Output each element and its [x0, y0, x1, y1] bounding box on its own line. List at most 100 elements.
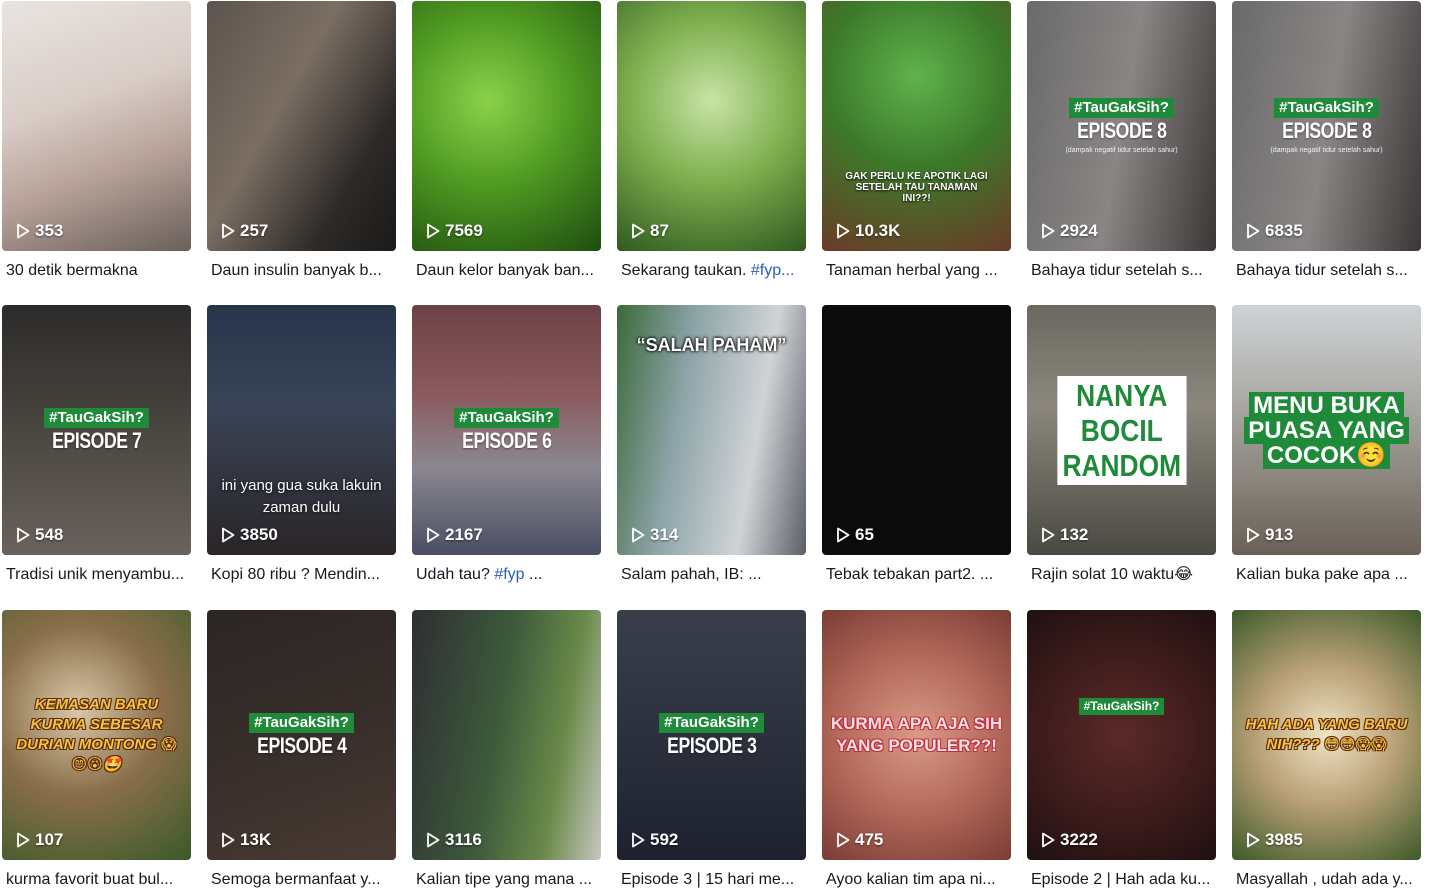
- play-icon: [1042, 223, 1055, 239]
- video-card[interactable]: MENU BUKA PUASA YANG COCOK☺️ 913 Kalian …: [1232, 305, 1421, 586]
- video-card[interactable]: #TauGakSih? 3222 Episode 2 | Hah ada ku.…: [1027, 610, 1216, 891]
- view-count: 132: [1041, 525, 1088, 545]
- view-count-value: 353: [35, 221, 64, 240]
- video-thumbnail[interactable]: “SALAH PAHAM” 314: [617, 305, 806, 555]
- video-title[interactable]: kurma favorit buat bul...: [2, 869, 191, 891]
- video-title[interactable]: Rajin solat 10 waktu😂: [1027, 564, 1216, 586]
- video-title[interactable]: Tanaman herbal yang ...: [822, 260, 1011, 282]
- video-card[interactable]: #TauGakSih? EPISODE 4 13K Semoga bermanf…: [207, 610, 396, 891]
- video-card[interactable]: 7569 Daun kelor banyak ban...: [412, 1, 601, 282]
- thumbnail-overlay: #TauGakSih? EPISODE 4: [207, 610, 396, 860]
- video-title[interactable]: Semoga bermanfaat y...: [207, 869, 396, 891]
- play-icon: [837, 527, 850, 543]
- video-title-text: Kopi 80 ribu ? Mendin...: [211, 566, 380, 583]
- view-count-value: 592: [650, 830, 679, 849]
- video-card[interactable]: 353 30 detik bermakna: [2, 1, 191, 282]
- video-title-text: Kalian tipe yang mana ...: [416, 871, 593, 888]
- view-count: 3222: [1041, 830, 1098, 850]
- video-title[interactable]: Daun kelor banyak ban...: [412, 260, 601, 282]
- view-count-value: 548: [35, 525, 64, 544]
- caption-line: NANYA: [1075, 377, 1168, 413]
- view-count: 548: [16, 525, 63, 545]
- video-card[interactable]: 87 Sekarang taukan. #fyp...: [617, 1, 806, 282]
- video-card[interactable]: KEMASAN BARU KURMA SEBESAR DURIAN MONTON…: [2, 610, 191, 891]
- hashtag-badge: #TauGakSih?: [454, 407, 559, 428]
- video-card[interactable]: “SALAH PAHAM” 314 Salam pahah, IB: ...: [617, 305, 806, 586]
- thumbnail-caption: KEMASAN BARU KURMA SEBESAR DURIAN MONTON…: [16, 696, 177, 773]
- view-count-value: 87: [650, 221, 669, 240]
- video-title[interactable]: Bahaya tidur setelah s...: [1027, 260, 1216, 282]
- play-icon: [222, 527, 235, 543]
- video-card[interactable]: #TauGakSih? EPISODE 6 2167 Udah tau? #fy…: [412, 305, 601, 586]
- video-thumbnail[interactable]: 7569: [412, 1, 601, 251]
- video-thumbnail[interactable]: #TauGakSih? EPISODE 8 (dampak negatif ti…: [1232, 1, 1421, 251]
- video-thumbnail[interactable]: #TauGakSih? EPISODE 6 2167: [412, 305, 601, 555]
- video-title[interactable]: Kalian tipe yang mana ...: [412, 869, 601, 891]
- view-count-value: 2167: [445, 525, 483, 544]
- video-card[interactable]: 3116 Kalian tipe yang mana ...: [412, 610, 601, 891]
- view-count: 913: [1246, 525, 1293, 545]
- video-thumbnail[interactable]: #TauGakSih? EPISODE 8 (dampak negatif ti…: [1027, 1, 1216, 251]
- hashtag-link[interactable]: #fyp: [494, 566, 524, 583]
- video-title[interactable]: 30 detik bermakna: [2, 260, 191, 282]
- play-icon: [1247, 832, 1260, 848]
- view-count-value: 132: [1060, 525, 1089, 544]
- video-title-text: Tebak tebakan part2. ...: [826, 566, 994, 583]
- video-card[interactable]: GAK PERLU KE APOTIK LAGI SETELAH TAU TAN…: [822, 1, 1011, 282]
- video-thumbnail[interactable]: KEMASAN BARU KURMA SEBESAR DURIAN MONTON…: [2, 610, 191, 860]
- video-title[interactable]: Salam pahah, IB: ...: [617, 564, 806, 586]
- video-thumbnail[interactable]: #TauGakSih? EPISODE 4 13K: [207, 610, 396, 860]
- video-title[interactable]: Kalian buka pake apa ...: [1232, 564, 1421, 586]
- video-title[interactable]: Daun insulin banyak b...: [207, 260, 396, 282]
- video-card[interactable]: 65 Tebak tebakan part2. ...: [822, 305, 1011, 586]
- video-title-text: Masyallah , udah ada y...: [1236, 871, 1413, 888]
- video-thumbnail[interactable]: KURMA APA AJA SIH YANG POPULER??! 475: [822, 610, 1011, 860]
- video-thumbnail[interactable]: 257: [207, 1, 396, 251]
- video-thumbnail[interactable]: HAH ADA YANG BARU NIH??? 😳😳😱😱 3985: [1232, 610, 1421, 860]
- video-card[interactable]: ini yang gua suka lakuin zaman dulu 3850…: [207, 305, 396, 586]
- video-card[interactable]: NANYA BOCIL RANDOM 132 Rajin solat 10 wa…: [1027, 305, 1216, 586]
- video-card[interactable]: KURMA APA AJA SIH YANG POPULER??! 475 Ay…: [822, 610, 1011, 891]
- video-thumbnail[interactable]: NANYA BOCIL RANDOM 132: [1027, 305, 1216, 555]
- video-thumbnail[interactable]: #TauGakSih? EPISODE 7 548: [2, 305, 191, 555]
- video-title[interactable]: Episode 2 | Hah ada ku...: [1027, 869, 1216, 891]
- video-title[interactable]: Tradisi unik menyambu...: [2, 564, 191, 586]
- view-count-value: 3850: [240, 525, 278, 544]
- video-title-text: Semoga bermanfaat y...: [211, 871, 381, 888]
- video-title[interactable]: Episode 3 | 15 hari me...: [617, 869, 806, 891]
- video-title-text: Daun insulin banyak b...: [211, 262, 382, 279]
- video-card[interactable]: #TauGakSih? EPISODE 8 (dampak negatif ti…: [1232, 1, 1421, 282]
- video-card[interactable]: #TauGakSih? EPISODE 7 548 Tradisi unik m…: [2, 305, 191, 586]
- thumbnail-caption: GAK PERLU KE APOTIK LAGI SETELAH TAU TAN…: [845, 171, 988, 204]
- episode-label: EPISODE 3: [666, 732, 757, 758]
- video-title[interactable]: Tebak tebakan part2. ...: [822, 564, 1011, 586]
- thumbnail-overlay: #TauGakSih? EPISODE 6: [412, 305, 601, 555]
- video-card[interactable]: #TauGakSih? EPISODE 8 (dampak negatif ti…: [1027, 1, 1216, 282]
- view-count-value: 13K: [240, 830, 272, 849]
- hashtag-link[interactable]: #fyp...: [751, 262, 795, 279]
- video-thumbnail[interactable]: 87: [617, 1, 806, 251]
- video-thumbnail[interactable]: #TauGakSih? 3222: [1027, 610, 1216, 860]
- video-thumbnail[interactable]: #TauGakSih? EPISODE 3 592: [617, 610, 806, 860]
- view-count: 6835: [1246, 221, 1303, 241]
- view-count: 2167: [426, 525, 483, 545]
- video-title[interactable]: Udah tau? #fyp ...: [412, 564, 601, 586]
- video-title[interactable]: Masyallah , udah ada y...: [1232, 869, 1421, 891]
- view-count: 353: [16, 221, 63, 241]
- video-thumbnail[interactable]: ini yang gua suka lakuin zaman dulu 3850: [207, 305, 396, 555]
- video-thumbnail[interactable]: MENU BUKA PUASA YANG COCOK☺️ 913: [1232, 305, 1421, 555]
- video-thumbnail[interactable]: GAK PERLU KE APOTIK LAGI SETELAH TAU TAN…: [822, 1, 1011, 251]
- video-title[interactable]: Kopi 80 ribu ? Mendin...: [207, 564, 396, 586]
- video-card[interactable]: #TauGakSih? EPISODE 3 592 Episode 3 | 15…: [617, 610, 806, 891]
- video-thumbnail[interactable]: 3116: [412, 610, 601, 860]
- play-icon: [1247, 223, 1260, 239]
- video-title-text: Daun kelor banyak ban...: [416, 262, 594, 279]
- video-thumbnail[interactable]: 65: [822, 305, 1011, 555]
- video-card[interactable]: 257 Daun insulin banyak b...: [207, 1, 396, 282]
- video-title[interactable]: Ayoo kalian tim apa ni...: [822, 869, 1011, 891]
- video-title[interactable]: Sekarang taukan. #fyp...: [617, 260, 806, 282]
- video-thumbnail[interactable]: 353: [2, 1, 191, 251]
- video-title[interactable]: Bahaya tidur setelah s...: [1232, 260, 1421, 282]
- view-count: 13K: [221, 830, 271, 850]
- video-card[interactable]: HAH ADA YANG BARU NIH??? 😳😳😱😱 3985 Masya…: [1232, 610, 1421, 891]
